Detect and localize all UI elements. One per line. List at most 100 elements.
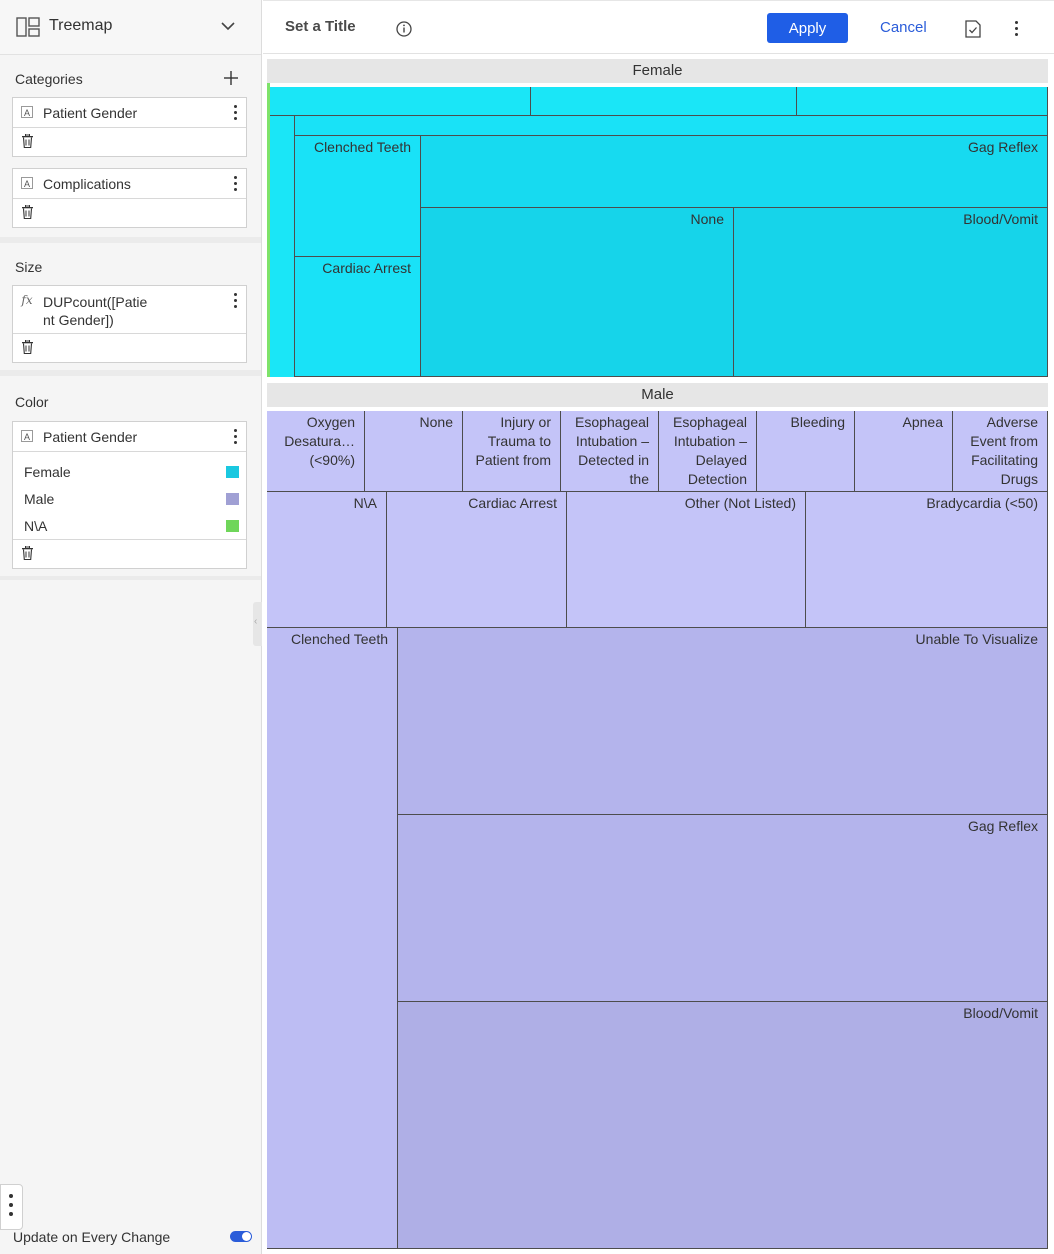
treemap-tile[interactable] xyxy=(270,116,295,377)
tile-label: Gag Reflex xyxy=(967,139,1038,155)
more-options-icon[interactable] xyxy=(0,1184,23,1230)
size-field-line-2: nt Gender]) xyxy=(43,312,114,328)
tile-label: Cardiac Arrest xyxy=(322,260,411,276)
text-type-icon: A xyxy=(21,177,33,189)
treemap-tile[interactable]: Bradycardia (<50) xyxy=(806,492,1048,628)
treemap-icon xyxy=(16,17,40,37)
text-type-icon: A xyxy=(21,106,33,118)
color-swatch[interactable] xyxy=(226,466,239,478)
field-menu-icon[interactable] xyxy=(232,429,238,445)
treemap-tile[interactable]: Unable To Visualize xyxy=(398,628,1048,815)
tile-label: None xyxy=(690,211,724,227)
color-section-label: Color xyxy=(15,394,49,410)
tile-label: Esophageal Intubation – Detected in the xyxy=(575,414,649,487)
collapse-sidebar-handle[interactable]: ‹ xyxy=(253,602,262,646)
tile-label: N\A xyxy=(353,495,377,511)
treemap-tile[interactable]: Cardiac Arrest xyxy=(295,257,421,377)
treemap-tile[interactable]: Other (Not Listed) xyxy=(567,492,806,628)
legend-item-na[interactable]: N\A xyxy=(13,512,246,539)
cancel-button[interactable]: Cancel xyxy=(880,19,927,36)
info-icon[interactable] xyxy=(396,21,412,37)
treemap-tile[interactable]: Cardiac Arrest xyxy=(387,492,567,628)
formula-icon: fx xyxy=(21,293,33,307)
trash-icon[interactable] xyxy=(22,205,33,219)
chevron-down-icon[interactable] xyxy=(221,21,235,31)
tile-label: Clenched Teeth xyxy=(290,631,388,647)
treemap-tile[interactable]: Blood/Vomit xyxy=(398,1002,1048,1249)
update-on-change-toggle[interactable] xyxy=(230,1231,252,1242)
chart-toolbar: Set a Title Apply Cancel xyxy=(263,0,1054,54)
category-field-complications[interactable]: A Complications xyxy=(12,168,247,228)
size-field-line-1: DUPcount([Patie xyxy=(43,294,148,310)
chart-type-selector[interactable]: Treemap xyxy=(0,0,261,55)
treemap-tile[interactable]: Gag Reflex xyxy=(421,136,1048,208)
color-legend: Female Male N\A xyxy=(13,452,246,540)
section-divider xyxy=(0,370,261,376)
tile-label: Adverse Event from Facilitating Drugs xyxy=(970,414,1038,487)
section-divider xyxy=(0,237,261,243)
save-icon[interactable] xyxy=(964,20,982,38)
treemap-tile[interactable] xyxy=(295,116,1048,136)
trash-icon[interactable] xyxy=(22,546,33,560)
legend-label: Male xyxy=(24,491,55,507)
text-type-icon: A xyxy=(21,430,33,442)
trash-icon[interactable] xyxy=(22,134,33,148)
group-header-female: Female xyxy=(267,59,1048,83)
tile-label: Other (Not Listed) xyxy=(684,495,796,511)
treemap-tile[interactable]: Adverse Event from Facilitating Drugs xyxy=(953,411,1048,492)
treemap-tile[interactable]: Apnea xyxy=(855,411,953,492)
treemap-tile[interactable]: Clenched Teeth xyxy=(267,628,398,1249)
update-on-change-label: Update on Every Change xyxy=(13,1229,171,1245)
apply-button[interactable]: Apply xyxy=(767,13,848,43)
tile-label: None xyxy=(419,414,453,430)
chart-type-label: Treemap xyxy=(49,17,113,34)
trash-icon[interactable] xyxy=(22,340,33,354)
chart-title-input[interactable]: Set a Title xyxy=(285,18,356,35)
color-swatch[interactable] xyxy=(226,493,239,505)
color-swatch[interactable] xyxy=(226,520,239,532)
treemap-tile[interactable] xyxy=(267,87,531,116)
treemap-tile[interactable]: Esophageal Intubation – Delayed Detectio… xyxy=(659,411,757,492)
tile-label: Blood/Vomit xyxy=(963,1005,1038,1021)
treemap-tile[interactable] xyxy=(797,87,1048,116)
field-menu-icon[interactable] xyxy=(232,293,238,309)
color-field[interactable]: A Patient Gender Female Male N\A xyxy=(12,421,247,569)
field-name: DUPcount([Patie nt Gender]) xyxy=(43,293,147,329)
treemap-tile[interactable]: Esophageal Intubation – Detected in the xyxy=(561,411,659,492)
field-name: Patient Gender xyxy=(43,429,138,445)
treemap-tile[interactable]: N\A xyxy=(267,492,387,628)
group-header-male: Male xyxy=(267,383,1048,407)
field-menu-icon[interactable] xyxy=(232,105,238,121)
treemap-tile[interactable] xyxy=(531,87,797,116)
treemap-tile[interactable]: Blood/Vomit xyxy=(734,208,1048,377)
section-divider xyxy=(0,576,261,580)
size-field[interactable]: fx DUPcount([Patie nt Gender]) xyxy=(12,285,247,363)
tile-label: Esophageal Intubation – Delayed Detectio… xyxy=(673,414,747,487)
tile-label: Oxygen Desatura… (<90%) xyxy=(284,414,355,468)
legend-label: N\A xyxy=(24,518,48,534)
treemap-tile[interactable]: Bleeding xyxy=(757,411,855,492)
field-name: Complications xyxy=(43,176,131,192)
legend-item-female[interactable]: Female xyxy=(13,458,246,485)
tile-label: Blood/Vomit xyxy=(963,211,1038,227)
treemap-tile[interactable]: Clenched Teeth xyxy=(295,136,421,257)
treemap-tile[interactable]: Gag Reflex xyxy=(398,815,1048,1002)
field-menu-icon[interactable] xyxy=(232,176,238,192)
treemap-tile[interactable]: Injury or Trauma to Patient from xyxy=(463,411,561,492)
treemap-tile[interactable]: Oxygen Desatura… (<90%) xyxy=(267,411,365,492)
chart-config-sidebar: Treemap Categories A Patient Gender A Co… xyxy=(0,0,262,1254)
treemap-tile[interactable]: None xyxy=(421,208,734,377)
add-category-icon[interactable] xyxy=(223,70,239,86)
tile-label: Injury or Trauma to Patient from xyxy=(475,414,551,468)
tile-label: Unable To Visualize xyxy=(915,631,1038,647)
tile-label: Clenched Teeth xyxy=(313,139,411,155)
treemap-chart: Female Male Clenched Teeth Gag Reflex None… xyxy=(263,55,1054,1254)
treemap-tile[interactable]: None xyxy=(365,411,463,492)
tile-label: Bleeding xyxy=(790,414,846,430)
tile-label: Gag Reflex xyxy=(967,818,1038,834)
size-section-label: Size xyxy=(15,259,43,275)
legend-item-male[interactable]: Male xyxy=(13,485,246,512)
categories-section-label: Categories xyxy=(15,71,83,87)
category-field-patient-gender[interactable]: A Patient Gender xyxy=(12,97,247,157)
more-icon[interactable] xyxy=(1013,21,1019,37)
